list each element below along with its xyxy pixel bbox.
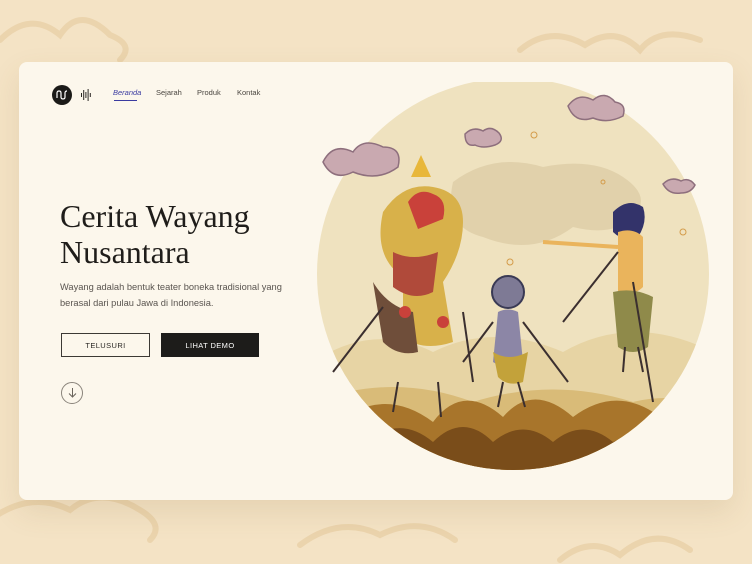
nav-active-indicator — [114, 100, 137, 101]
hero-description: Wayang adalah bentuk teater boneka tradi… — [60, 282, 282, 308]
brand-logo-icon[interactable] — [52, 85, 72, 105]
arrow-down-icon — [68, 388, 77, 398]
lihat-demo-button[interactable]: LIHAT DEMO — [161, 333, 259, 357]
hero-title-line-2: Nusantara — [60, 234, 190, 270]
landing-card: Beranda Sejarah Produk Kontak Cerita Way… — [19, 62, 733, 500]
telusuri-button[interactable]: TELUSURI — [61, 333, 150, 357]
hero-title: Cerita Wayang Nusantara — [60, 198, 320, 270]
scroll-down-button[interactable] — [61, 382, 83, 404]
nav-item-produk[interactable]: Produk — [197, 88, 221, 97]
hero-title-line-1: Cerita Wayang — [60, 198, 250, 234]
sound-wave-icon[interactable] — [81, 88, 91, 102]
wayang-illustration — [317, 82, 709, 470]
nav-item-sejarah[interactable]: Sejarah — [156, 88, 182, 97]
nav-item-kontak[interactable]: Kontak — [237, 88, 260, 97]
nav-item-beranda[interactable]: Beranda — [113, 88, 141, 97]
